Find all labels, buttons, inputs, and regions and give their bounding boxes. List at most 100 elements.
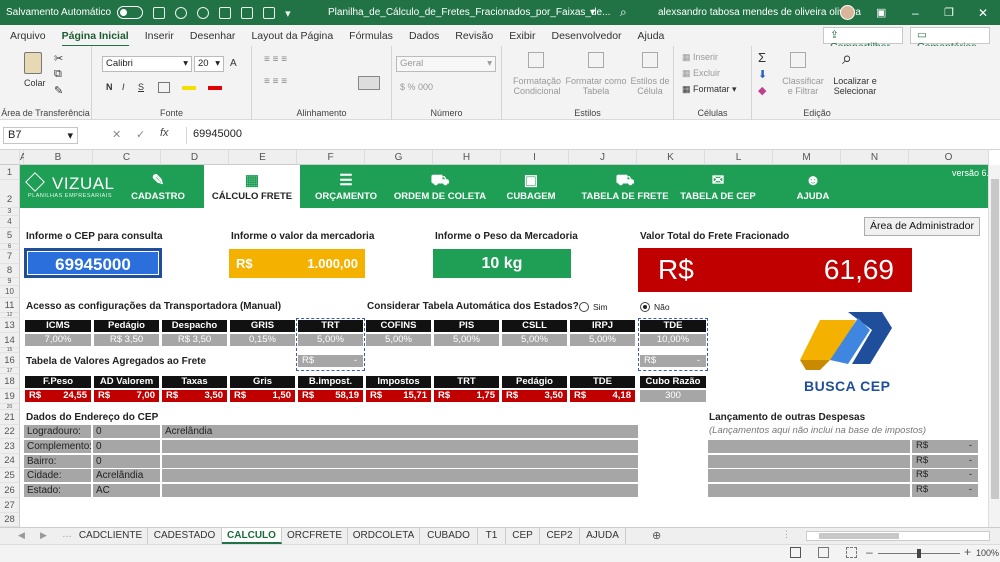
cep-input[interactable]: 69945000	[24, 248, 162, 278]
comments-button[interactable]: ▭ Comentários	[910, 27, 990, 53]
despesa-description[interactable]	[708, 469, 910, 482]
font-name-select[interactable]: Calibri ▾	[102, 56, 192, 72]
italic-button[interactable]: I	[122, 82, 125, 92]
trt-extra[interactable]: R$ -	[298, 355, 363, 367]
preview-icon[interactable]	[241, 6, 254, 19]
avatar[interactable]	[840, 5, 855, 20]
column-header[interactable]: N	[841, 150, 909, 165]
tab-desenhar[interactable]: Desenhar	[190, 30, 236, 42]
config-value[interactable]: 5,00%	[570, 334, 635, 346]
number-format-select[interactable]: Geral ▾	[396, 56, 496, 72]
horizontal-scroll-thumb[interactable]	[819, 533, 899, 539]
row-header[interactable]: 3	[0, 208, 20, 216]
align-top-icon[interactable]: ≡ ≡ ≡	[264, 54, 287, 65]
nav-ajuda[interactable]: ☻ AJUDA	[780, 165, 846, 208]
bold-button[interactable]: N	[106, 82, 113, 92]
row-header[interactable]: 4	[0, 216, 20, 228]
row-header[interactable]: 13	[0, 318, 20, 333]
row-header[interactable]: 11	[0, 298, 20, 313]
config-value[interactable]: 7,00%	[25, 334, 91, 346]
row-header[interactable]: 21	[0, 410, 20, 425]
row-header[interactable]: 19	[0, 389, 20, 404]
sheet-tab[interactable]: ORDCOLETA	[348, 528, 420, 544]
tab-split-icon[interactable]: ⋮	[782, 529, 791, 540]
zoom-slider-thumb[interactable]	[917, 549, 921, 558]
nav-orcamento[interactable]: ☰ ORÇAMENTO	[308, 165, 384, 208]
tde-extra[interactable]: R$ -	[640, 355, 706, 367]
tab-ajuda[interactable]: Ajuda	[638, 30, 665, 42]
cond-format-label[interactable]: Formatação Condicional	[506, 76, 568, 96]
tab-dados[interactable]: Dados	[409, 30, 439, 42]
formula-input[interactable]: 69945000	[186, 127, 996, 144]
share-button[interactable]: ⇪ Compartilhar	[823, 27, 903, 53]
zoom-slider[interactable]	[878, 549, 960, 558]
merge-center-icon[interactable]	[358, 76, 380, 90]
cell-styles-icon[interactable]	[642, 52, 658, 68]
vertical-scroll-thumb[interactable]	[991, 179, 999, 499]
row-header[interactable]: 5	[0, 228, 20, 244]
search-icon[interactable]: ⌕	[620, 5, 627, 20]
conditional-format-icon[interactable]	[528, 52, 544, 68]
column-header[interactable]: H	[433, 150, 501, 165]
customize-icon[interactable]: ▾	[285, 7, 293, 20]
find-icon[interactable]: ⌕	[842, 48, 852, 69]
despesa-value[interactable]: R$ -	[912, 469, 978, 482]
sheet-tab[interactable]: T1	[478, 528, 506, 544]
page-layout-icon[interactable]	[818, 547, 829, 558]
row-header[interactable]: 22	[0, 425, 20, 439]
insert-cells-button[interactable]: ▦ Inserir	[682, 52, 718, 63]
sheet-tab[interactable]: CEP	[506, 528, 540, 544]
sheet-tab[interactable]: CEP2	[540, 528, 580, 544]
format-table-icon[interactable]	[588, 52, 604, 68]
sheet-tab-active[interactable]: CALCULO	[222, 528, 282, 544]
enter-icon[interactable]: ✓	[136, 128, 145, 141]
increase-font-icon[interactable]: A	[230, 58, 237, 69]
select-all[interactable]	[0, 150, 20, 165]
row-header[interactable]: 2	[0, 180, 20, 208]
column-header[interactable]: M	[773, 150, 841, 165]
tab-desenvolvedor[interactable]: Desenvolvedor	[552, 30, 622, 42]
tab-formulas[interactable]: Fórmulas	[349, 30, 393, 42]
currency-icon[interactable]: $ % 000	[400, 82, 433, 92]
page-break-icon[interactable]	[846, 547, 857, 558]
vertical-scrollbar[interactable]	[988, 165, 1000, 527]
paste-icon[interactable]	[24, 52, 42, 74]
despesa-description[interactable]	[708, 440, 910, 453]
font-color-icon[interactable]	[208, 86, 222, 90]
tab-arquivo[interactable]: Arquivo	[10, 30, 46, 42]
despesa-value[interactable]: R$ -	[912, 440, 978, 453]
maximize-icon[interactable]: ❐	[944, 6, 954, 19]
merch-input[interactable]: R$ 1.000,00	[229, 249, 365, 278]
camera-icon[interactable]	[263, 6, 276, 19]
sort-filter-icon[interactable]	[790, 52, 806, 68]
borders-icon[interactable]	[158, 82, 170, 93]
row-header[interactable]: 7	[0, 250, 20, 264]
row-header[interactable]: 24	[0, 454, 20, 468]
config-value[interactable]: 0,15%	[230, 334, 295, 346]
print-icon[interactable]	[219, 6, 232, 19]
column-header[interactable]: I	[501, 150, 569, 165]
delete-cells-button[interactable]: ▦ Excluir	[682, 68, 720, 79]
nav-cubagem[interactable]: ▣ CUBAGEM	[496, 165, 566, 208]
row-header[interactable]: 16	[0, 353, 20, 368]
config-value[interactable]: 5,00%	[434, 334, 499, 346]
align-left-icon[interactable]: ≡ ≡ ≡	[264, 76, 287, 87]
row-header[interactable]: 18	[0, 374, 20, 389]
row-header[interactable]: 8	[0, 264, 20, 278]
format-cells-button[interactable]: ▦ Formatar ▾	[682, 84, 737, 95]
config-value[interactable]: R$ 3,50	[162, 334, 227, 346]
horizontal-scrollbar[interactable]	[806, 531, 990, 541]
config-value[interactable]: 5,00%	[502, 334, 567, 346]
despesa-value[interactable]: R$ -	[912, 484, 978, 497]
column-header[interactable]: B	[24, 150, 93, 165]
nav-tabela-frete[interactable]: ⛟ TABELA DE FRETE	[580, 165, 670, 208]
admin-button[interactable]: Área de Administrador	[864, 217, 980, 236]
undo-icon[interactable]	[175, 6, 188, 19]
zoom-level[interactable]: 100%	[976, 548, 999, 558]
fill-icon[interactable]: ⬇	[758, 68, 767, 81]
column-header[interactable]: E	[229, 150, 297, 165]
save-icon[interactable]	[153, 6, 166, 19]
font-size-select[interactable]: 20 ▾	[194, 56, 224, 72]
column-header[interactable]: J	[569, 150, 637, 165]
config-value[interactable]: R$ 3,50	[94, 334, 159, 346]
